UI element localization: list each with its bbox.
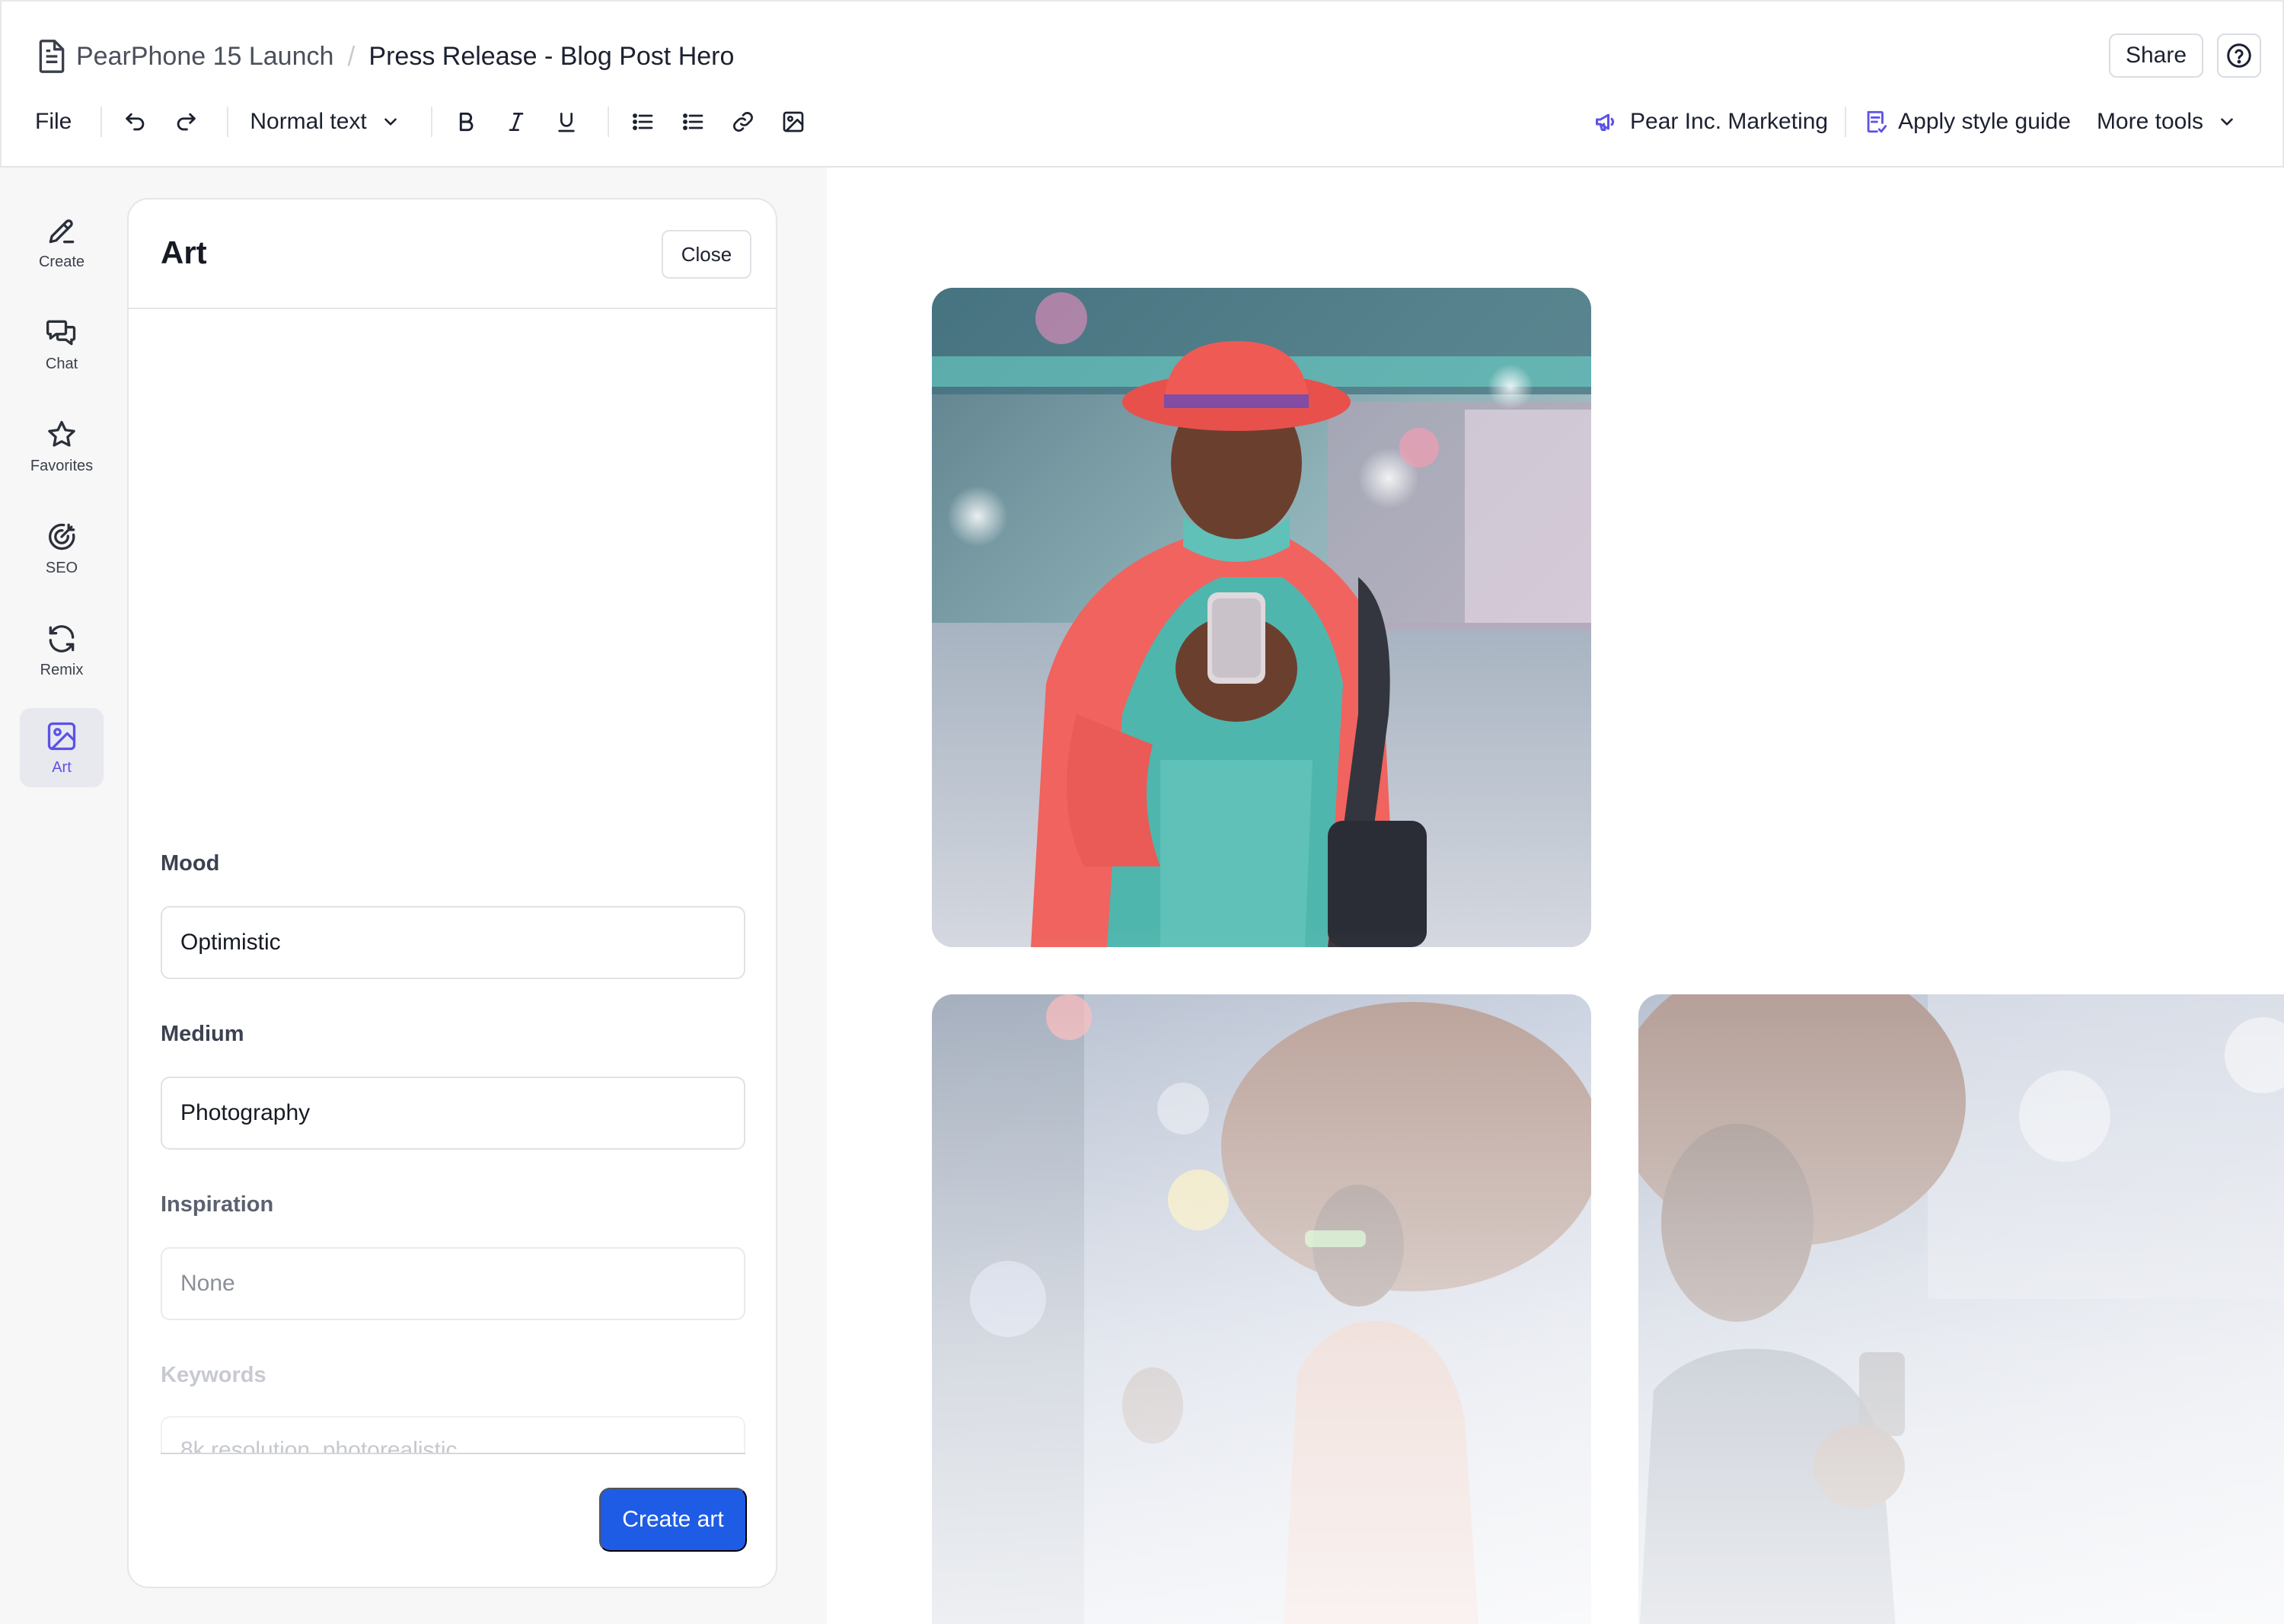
create-art-button[interactable]: Create art — [599, 1488, 747, 1552]
help-button[interactable] — [2217, 34, 2261, 78]
rail-item-remix[interactable]: Remix — [20, 611, 104, 690]
share-button[interactable]: Share — [2109, 34, 2203, 78]
bold-button[interactable] — [445, 101, 487, 143]
undo-icon — [126, 113, 145, 131]
medium-label: Medium — [161, 1022, 244, 1046]
undo-button[interactable] — [114, 101, 157, 143]
toolbar-divider — [607, 107, 609, 137]
mood-input[interactable]: Optimistic — [161, 906, 745, 979]
italic-icon — [509, 113, 524, 131]
mood-label: Mood — [161, 851, 220, 876]
redo-icon — [177, 113, 196, 131]
more-tools-label: More tools — [2096, 109, 2203, 134]
rail-label: Art — [52, 758, 72, 776]
refresh-icon — [49, 624, 75, 652]
rail-label: Favorites — [30, 457, 94, 474]
bullet-list-icon — [632, 113, 653, 130]
inspiration-input[interactable]: None — [161, 1247, 745, 1320]
link-icon — [732, 112, 753, 132]
rail-item-favorites[interactable]: Favorites — [20, 407, 104, 486]
text-style-dropdown[interactable]: Normal text — [250, 109, 400, 135]
redo-button[interactable] — [164, 101, 207, 143]
star-icon — [48, 420, 75, 447]
help-icon — [2227, 43, 2251, 68]
apply-style-guide-label: Apply style guide — [1898, 109, 2071, 134]
image-icon — [783, 111, 804, 132]
image-icon — [47, 722, 76, 750]
toolbar-divider — [1845, 107, 1847, 137]
keywords-placeholder: 8k resolution, photorealistic — [180, 1437, 458, 1454]
bullet-list-button[interactable] — [621, 101, 664, 143]
art-panel: Art Close Mood Optimistic Medium Photogr… — [127, 198, 777, 1588]
pen-icon — [49, 219, 75, 243]
more-tools-dropdown[interactable]: More tools — [2097, 109, 2237, 135]
toolbar-divider — [430, 107, 432, 137]
underline-button[interactable] — [545, 101, 588, 143]
close-panel-button[interactable]: Close — [662, 230, 751, 279]
woman-red-hat-phone-photo — [932, 288, 1591, 947]
generated-image-2[interactable] — [932, 994, 1591, 1624]
bold-icon — [459, 112, 474, 132]
brand-voice-label: Pear Inc. Marketing — [1630, 109, 1829, 134]
numbered-list-icon — [682, 113, 703, 130]
apply-style-guide-button[interactable]: Apply style guide — [1863, 109, 2071, 135]
file-menu[interactable]: File — [35, 109, 72, 135]
chevron-down-icon — [2221, 118, 2233, 126]
rail-item-seo[interactable]: SEO — [20, 509, 104, 588]
document-icon — [39, 40, 65, 73]
style-guide-icon — [1867, 110, 1887, 133]
rail-label: Create — [38, 253, 85, 270]
rail-label: Remix — [40, 661, 84, 678]
toolbar-right-group: Pear Inc. Marketing Apply style guide Mo… — [1593, 99, 2252, 145]
rail-item-create[interactable]: Create — [20, 203, 104, 282]
keywords-input[interactable]: 8k resolution, photorealistic — [161, 1416, 745, 1454]
inspiration-label: Inspiration — [161, 1192, 274, 1217]
keywords-label: Keywords — [161, 1363, 266, 1387]
woman-afro-phone-photo — [932, 994, 1591, 1624]
chevron-down-icon — [384, 118, 397, 126]
rail-item-art[interactable]: Art — [20, 708, 104, 787]
numbered-list-button[interactable] — [671, 101, 714, 143]
insert-image-button[interactable] — [772, 101, 815, 143]
rail-item-chat[interactable]: Chat — [20, 305, 104, 384]
brand-voice-selector[interactable]: Pear Inc. Marketing — [1593, 108, 1828, 136]
text-style-value: Normal text — [250, 109, 367, 134]
toolbar-divider — [100, 107, 103, 137]
chat-bubbles-icon — [46, 320, 76, 345]
app-header: PearPhone 15 Launch / Press Release - Bl… — [0, 0, 2284, 168]
link-button[interactable] — [722, 101, 764, 143]
man-afro-phone-photo — [1638, 994, 2284, 1624]
generated-image-3[interactable] — [1638, 994, 2284, 1624]
breadcrumb: PearPhone 15 Launch / Press Release - Bl… — [35, 35, 734, 78]
breadcrumb-project[interactable]: PearPhone 15 Launch — [76, 42, 333, 72]
panel-title: Art — [161, 235, 207, 270]
italic-button[interactable] — [495, 101, 538, 143]
breadcrumb-separator: / — [347, 40, 356, 72]
tool-rail: Create Chat Favorites SEO Remix Art — [0, 168, 126, 1624]
panel-header: Art Close — [129, 199, 776, 309]
image-canvas — [827, 168, 2284, 1624]
editor-toolbar: File Normal text Pear Inc. Marketing App… — [35, 99, 2252, 145]
toolbar-divider — [227, 107, 229, 137]
rail-label: SEO — [45, 559, 78, 576]
generated-image-1[interactable] — [932, 288, 1591, 947]
megaphone-icon — [1596, 113, 1615, 131]
underline-icon — [558, 113, 575, 132]
rail-label: Chat — [45, 355, 78, 372]
medium-input[interactable]: Photography — [161, 1077, 745, 1150]
scroll-fade-divider — [161, 1453, 745, 1454]
target-icon — [49, 523, 75, 550]
document-title[interactable]: Press Release - Blog Post Hero — [368, 42, 734, 72]
